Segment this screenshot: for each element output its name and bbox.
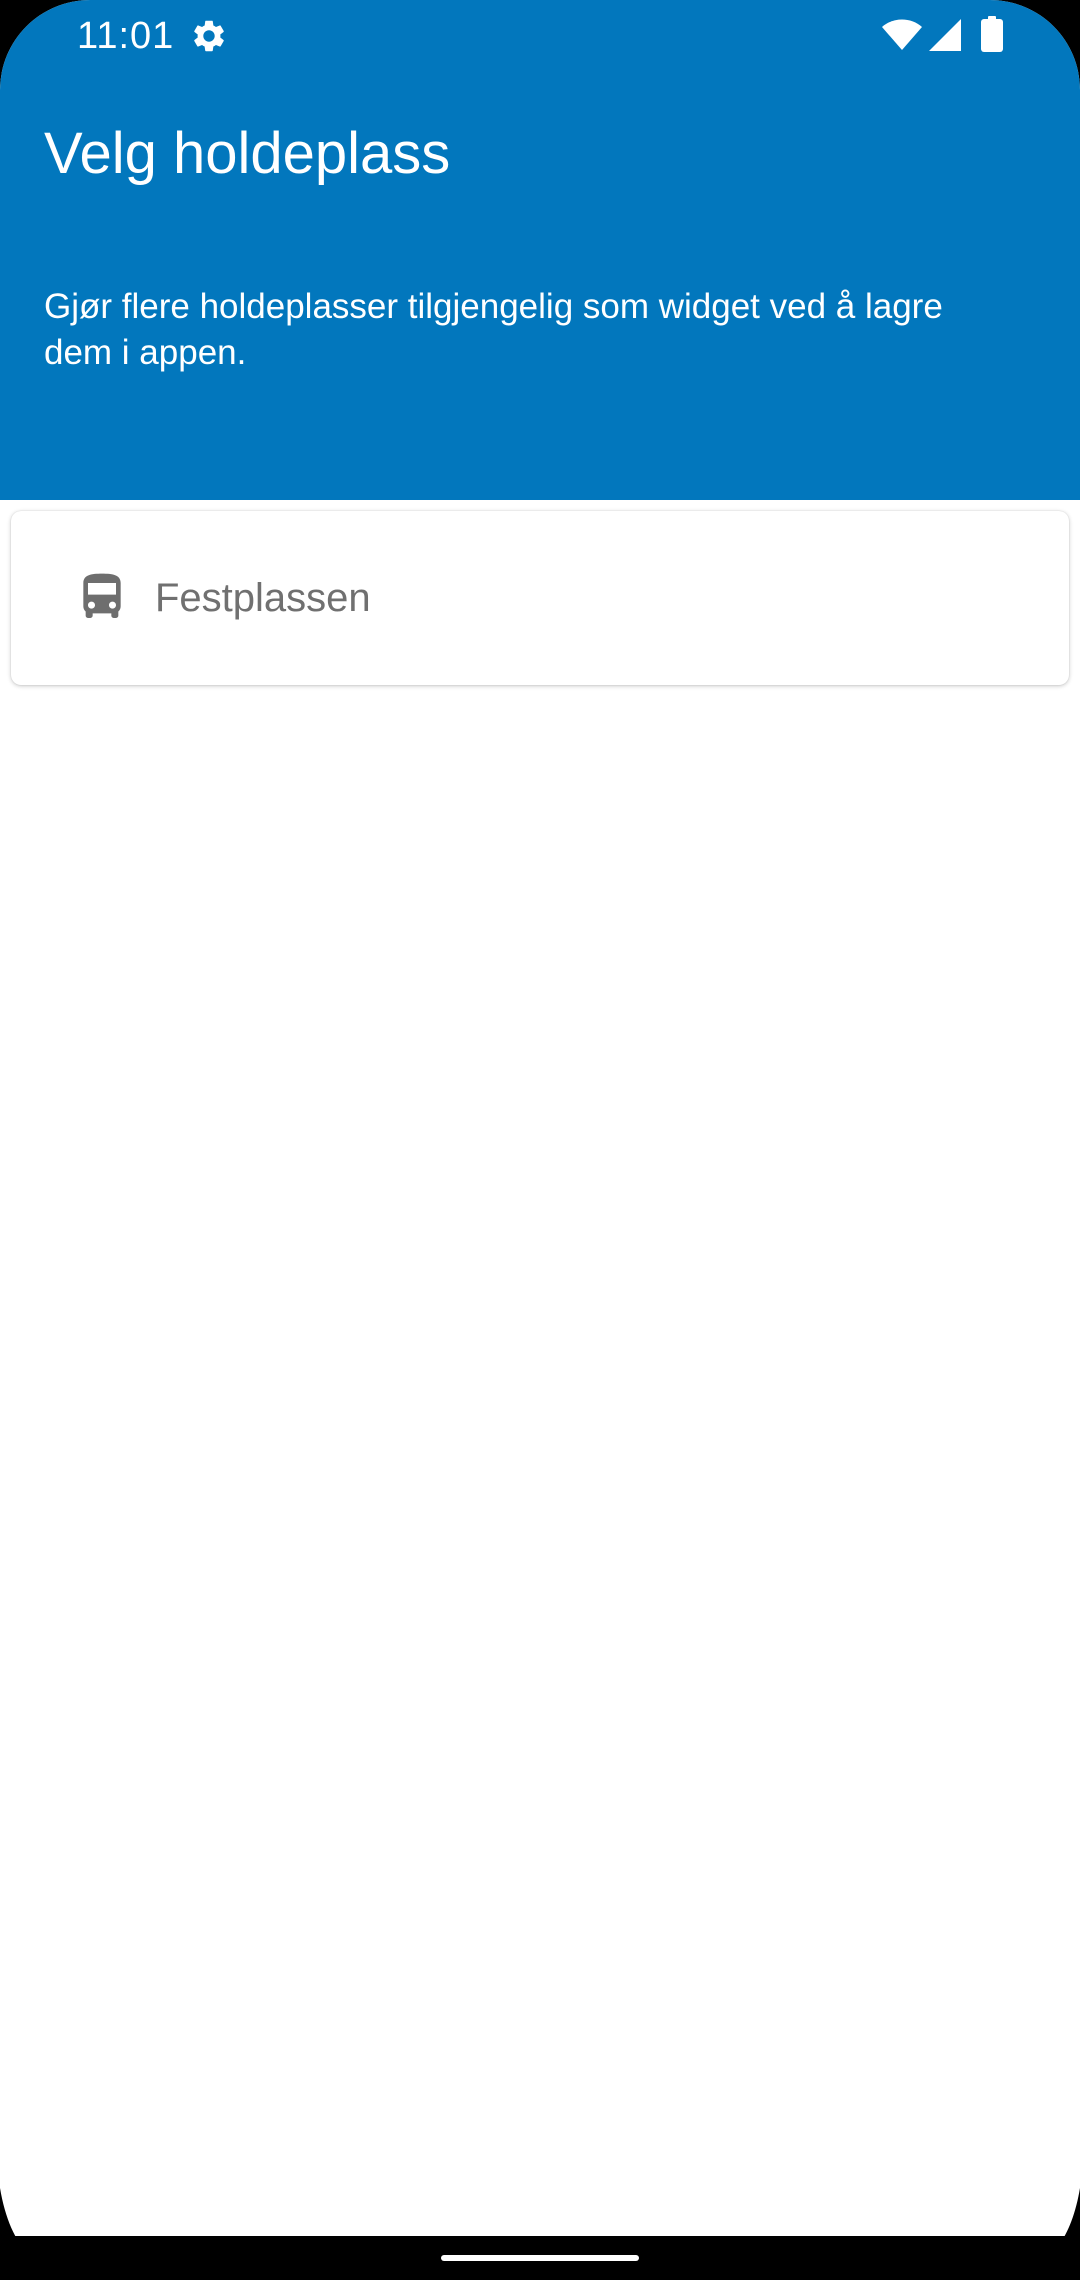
status-bar: 11:01 [0, 0, 1080, 70]
home-gesture-handle[interactable] [441, 2255, 639, 2261]
cell-signal-icon [929, 19, 961, 51]
app-screen: 11:01 Velg holdeplass Gjør flere holdepl… [0, 0, 1080, 2280]
header: 11:01 Velg holdeplass Gjør flere holdepl… [0, 0, 1080, 500]
page-subtitle: Gjør flere holdeplasser tilgjengelig som… [44, 287, 943, 372]
page-title: Velg holdeplass [44, 121, 451, 186]
battery-icon [981, 16, 1003, 52]
wifi-icon [882, 19, 922, 50]
screen-corner-right [990, 2188, 1080, 2280]
screen-corner-left [0, 2188, 90, 2280]
status-time: 11:01 [77, 15, 175, 57]
bus-icon [83, 573, 121, 618]
stop-list-item[interactable]: Festplassen [11, 511, 1069, 685]
stop-name: Festplassen [155, 576, 371, 620]
gear-icon [194, 20, 224, 52]
